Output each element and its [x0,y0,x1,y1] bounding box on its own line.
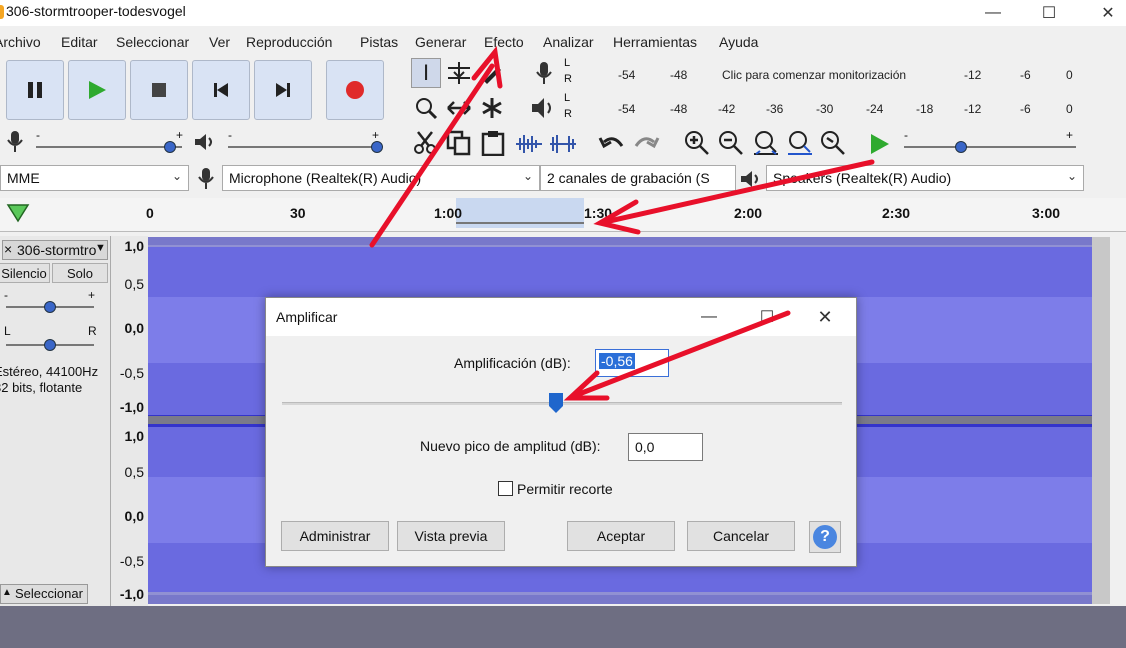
arrow-to-effect-menu [369,63,495,248]
arrow-to-ruler [602,159,875,225]
annotation-arrows [369,45,875,401]
arrow-to-slider [571,310,791,399]
